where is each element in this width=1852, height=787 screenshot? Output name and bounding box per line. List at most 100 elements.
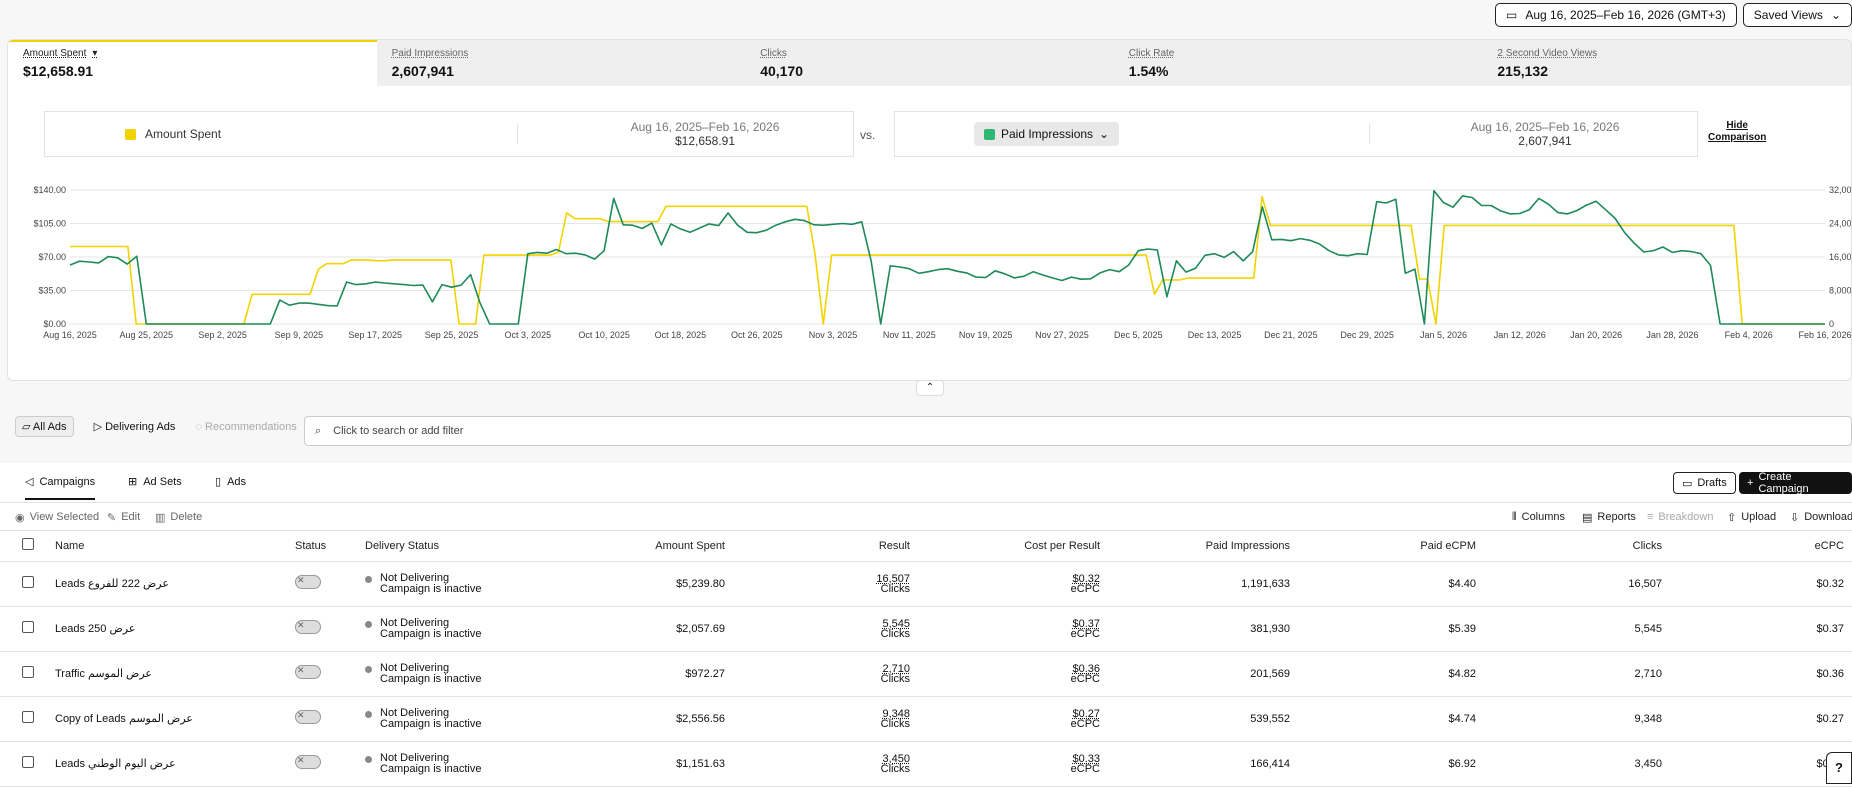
- col-result[interactable]: Result: [725, 531, 910, 562]
- col-name[interactable]: Name: [55, 531, 295, 562]
- delivery-reason: Campaign is inactive: [380, 762, 482, 775]
- tab-ads[interactable]: ▯ Ads: [215, 475, 246, 489]
- metric-value: 40,170: [760, 63, 804, 79]
- drafts-icon: ▭: [1682, 477, 1693, 490]
- compare-metric-select[interactable]: Paid Impressions ⌄: [974, 122, 1120, 146]
- row-checkbox[interactable]: [21, 711, 34, 723]
- plus-icon: +: [1747, 477, 1754, 489]
- drafts-label: Drafts: [1697, 477, 1727, 489]
- status-toggle[interactable]: [295, 575, 321, 589]
- row-checkbox[interactable]: [21, 576, 34, 588]
- col-paid-ecpm[interactable]: Paid eCPM: [1290, 531, 1476, 562]
- search-input[interactable]: ⌕ Click to search or add filter: [304, 416, 1852, 446]
- row-checkbox[interactable]: [21, 621, 34, 633]
- reports-button[interactable]: ▤ Reports: [1582, 511, 1636, 524]
- x-tick: Aug 25, 2025: [120, 330, 174, 340]
- campaign-name[interactable]: Copy of Leads عرض الموسم: [55, 696, 295, 742]
- chevron-up-icon: ⌃: [925, 382, 935, 393]
- table-row[interactable]: Leads عرض 222 للفروع Not DeliveringCampa…: [0, 561, 1852, 607]
- status-dot-icon: [365, 620, 372, 628]
- x-tick: Feb 4, 2026: [1725, 330, 1773, 340]
- col-delivery-status[interactable]: Delivery Status: [365, 531, 575, 562]
- campaign-name[interactable]: Leads عرض اليوم الوطني: [55, 741, 295, 787]
- hide-comparison-link[interactable]: Hide Comparison: [1708, 120, 1766, 144]
- create-campaign-button[interactable]: + Create Campaign: [1739, 471, 1852, 495]
- view-selected-button[interactable]: ◉ View Selected: [15, 511, 99, 524]
- ecpc: $0.37: [1662, 606, 1852, 652]
- all-ads-filter[interactable]: ▱ All Ads: [15, 416, 74, 437]
- download-button[interactable]: ⇩ Download: [1790, 511, 1852, 524]
- collapse-chart-button[interactable]: ⌃: [916, 380, 944, 396]
- metric-tab-clicks[interactable]: Clicks 40,170: [745, 40, 1114, 86]
- col-paid-impressions[interactable]: Paid Impressions: [1100, 531, 1290, 562]
- delivering-ads-filter[interactable]: ▷ Delivering Ads: [94, 420, 176, 433]
- metric-label: Amount Spent: [23, 48, 87, 59]
- divider: [1369, 124, 1370, 144]
- table-row[interactable]: Leads عرض 250 Not DeliveringCampaign is …: [0, 606, 1852, 652]
- edit-button[interactable]: ✎ Edit: [107, 511, 140, 524]
- status-dot-icon: [365, 665, 372, 673]
- metric-tab-video-views[interactable]: 2 Second Video Views 215,132: [1482, 40, 1851, 86]
- paid-ecpm: $4.74: [1290, 696, 1476, 742]
- metric-value: 215,132: [1497, 63, 1548, 79]
- campaign-name[interactable]: Leads عرض 250: [55, 606, 295, 652]
- saved-views-button[interactable]: Saved Views ⌄: [1742, 3, 1852, 27]
- status-toggle[interactable]: [295, 620, 321, 634]
- tab-campaigns[interactable]: ◁ Campaigns: [25, 475, 96, 500]
- paid-ecpm: $6.92: [1290, 741, 1476, 787]
- table-header: Name Status Delivery Status Amount Spent…: [0, 531, 1852, 562]
- cpr-unit: eCPC: [1070, 582, 1100, 595]
- metric-tab-click-rate[interactable]: Click Rate 1.54%: [1114, 40, 1483, 86]
- metric-tab-amount-spent[interactable]: Amount Spent ▾ $12,658.91: [8, 40, 377, 86]
- all-ads-label: All Ads: [32, 421, 67, 433]
- delete-button[interactable]: ▥ Delete: [155, 511, 202, 524]
- col-ecpc[interactable]: eCPC: [1662, 531, 1852, 562]
- caret-down-icon: ▾: [92, 48, 98, 59]
- col-clicks[interactable]: Clicks: [1476, 531, 1662, 562]
- x-tick: Sep 9, 2025: [275, 330, 324, 340]
- pencil-icon: ✎: [107, 512, 117, 524]
- col-cost-per-result[interactable]: Cost per Result: [910, 531, 1100, 562]
- paid-impressions: 166,414: [1100, 741, 1290, 787]
- tab-label: Ad Sets: [143, 475, 182, 488]
- metric-tab-paid-impressions[interactable]: Paid Impressions 2,607,941: [377, 40, 746, 86]
- divider: [517, 124, 518, 144]
- status-toggle[interactable]: [295, 755, 321, 769]
- row-checkbox[interactable]: [21, 756, 34, 768]
- reports-icon: ▤: [1582, 512, 1593, 524]
- breakdown-button[interactable]: ≡ Breakdown: [1647, 511, 1713, 523]
- status-toggle[interactable]: [295, 665, 321, 679]
- table-row[interactable]: Copy of Leads عرض الموسم Not DeliveringC…: [0, 696, 1852, 742]
- date-range-picker[interactable]: ▭ Aug 16, 2025–Feb 16, 2026 (GMT+3): [1494, 3, 1737, 27]
- col-status[interactable]: Status: [295, 531, 365, 562]
- drafts-button[interactable]: ▭ Drafts: [1673, 472, 1736, 494]
- y-right-tick: 24,000: [1829, 219, 1852, 229]
- columns-button[interactable]: ⫴ Columns: [1512, 511, 1565, 524]
- recommendations-filter[interactable]: ◌ Recommendations: [195, 421, 296, 433]
- select-all-checkbox[interactable]: [21, 538, 34, 551]
- col-amount-spent[interactable]: Amount Spent: [575, 531, 725, 562]
- paid-impressions: 381,930: [1100, 606, 1290, 652]
- y-right-tick: 0: [1829, 319, 1834, 329]
- delivery-reason: Campaign is inactive: [380, 672, 482, 685]
- ecpc: $0.32: [1662, 561, 1852, 607]
- campaign-name[interactable]: Traffic عرض الموسم: [55, 651, 295, 697]
- breakdown-label: Breakdown: [1658, 511, 1714, 523]
- help-button[interactable]: ?: [1826, 752, 1852, 784]
- ecpc: $0.36: [1662, 651, 1852, 697]
- tab-ad-sets[interactable]: ⊞ Ad Sets: [128, 475, 182, 489]
- upload-button[interactable]: ⇧ Upload: [1727, 511, 1776, 524]
- status-toggle[interactable]: [295, 710, 321, 724]
- table-row[interactable]: Traffic عرض الموسم Not DeliveringCampaig…: [0, 651, 1852, 697]
- ecpc: $0.27: [1662, 696, 1852, 742]
- metric-label: Paid Impressions: [391, 48, 469, 59]
- download-icon: ⇩: [1790, 512, 1800, 524]
- x-tick: Nov 19, 2025: [959, 330, 1013, 340]
- campaign-name[interactable]: Leads عرض 222 للفروع: [55, 561, 295, 607]
- table-row[interactable]: Leads عرض اليوم الوطني Not DeliveringCam…: [0, 741, 1852, 787]
- x-tick: Dec 13, 2025: [1188, 330, 1242, 340]
- y-left-tick: $0.00: [43, 319, 66, 329]
- result-unit: Clicks: [880, 717, 910, 730]
- row-checkbox[interactable]: [21, 666, 34, 678]
- search-placeholder: Click to search or add filter: [333, 425, 464, 437]
